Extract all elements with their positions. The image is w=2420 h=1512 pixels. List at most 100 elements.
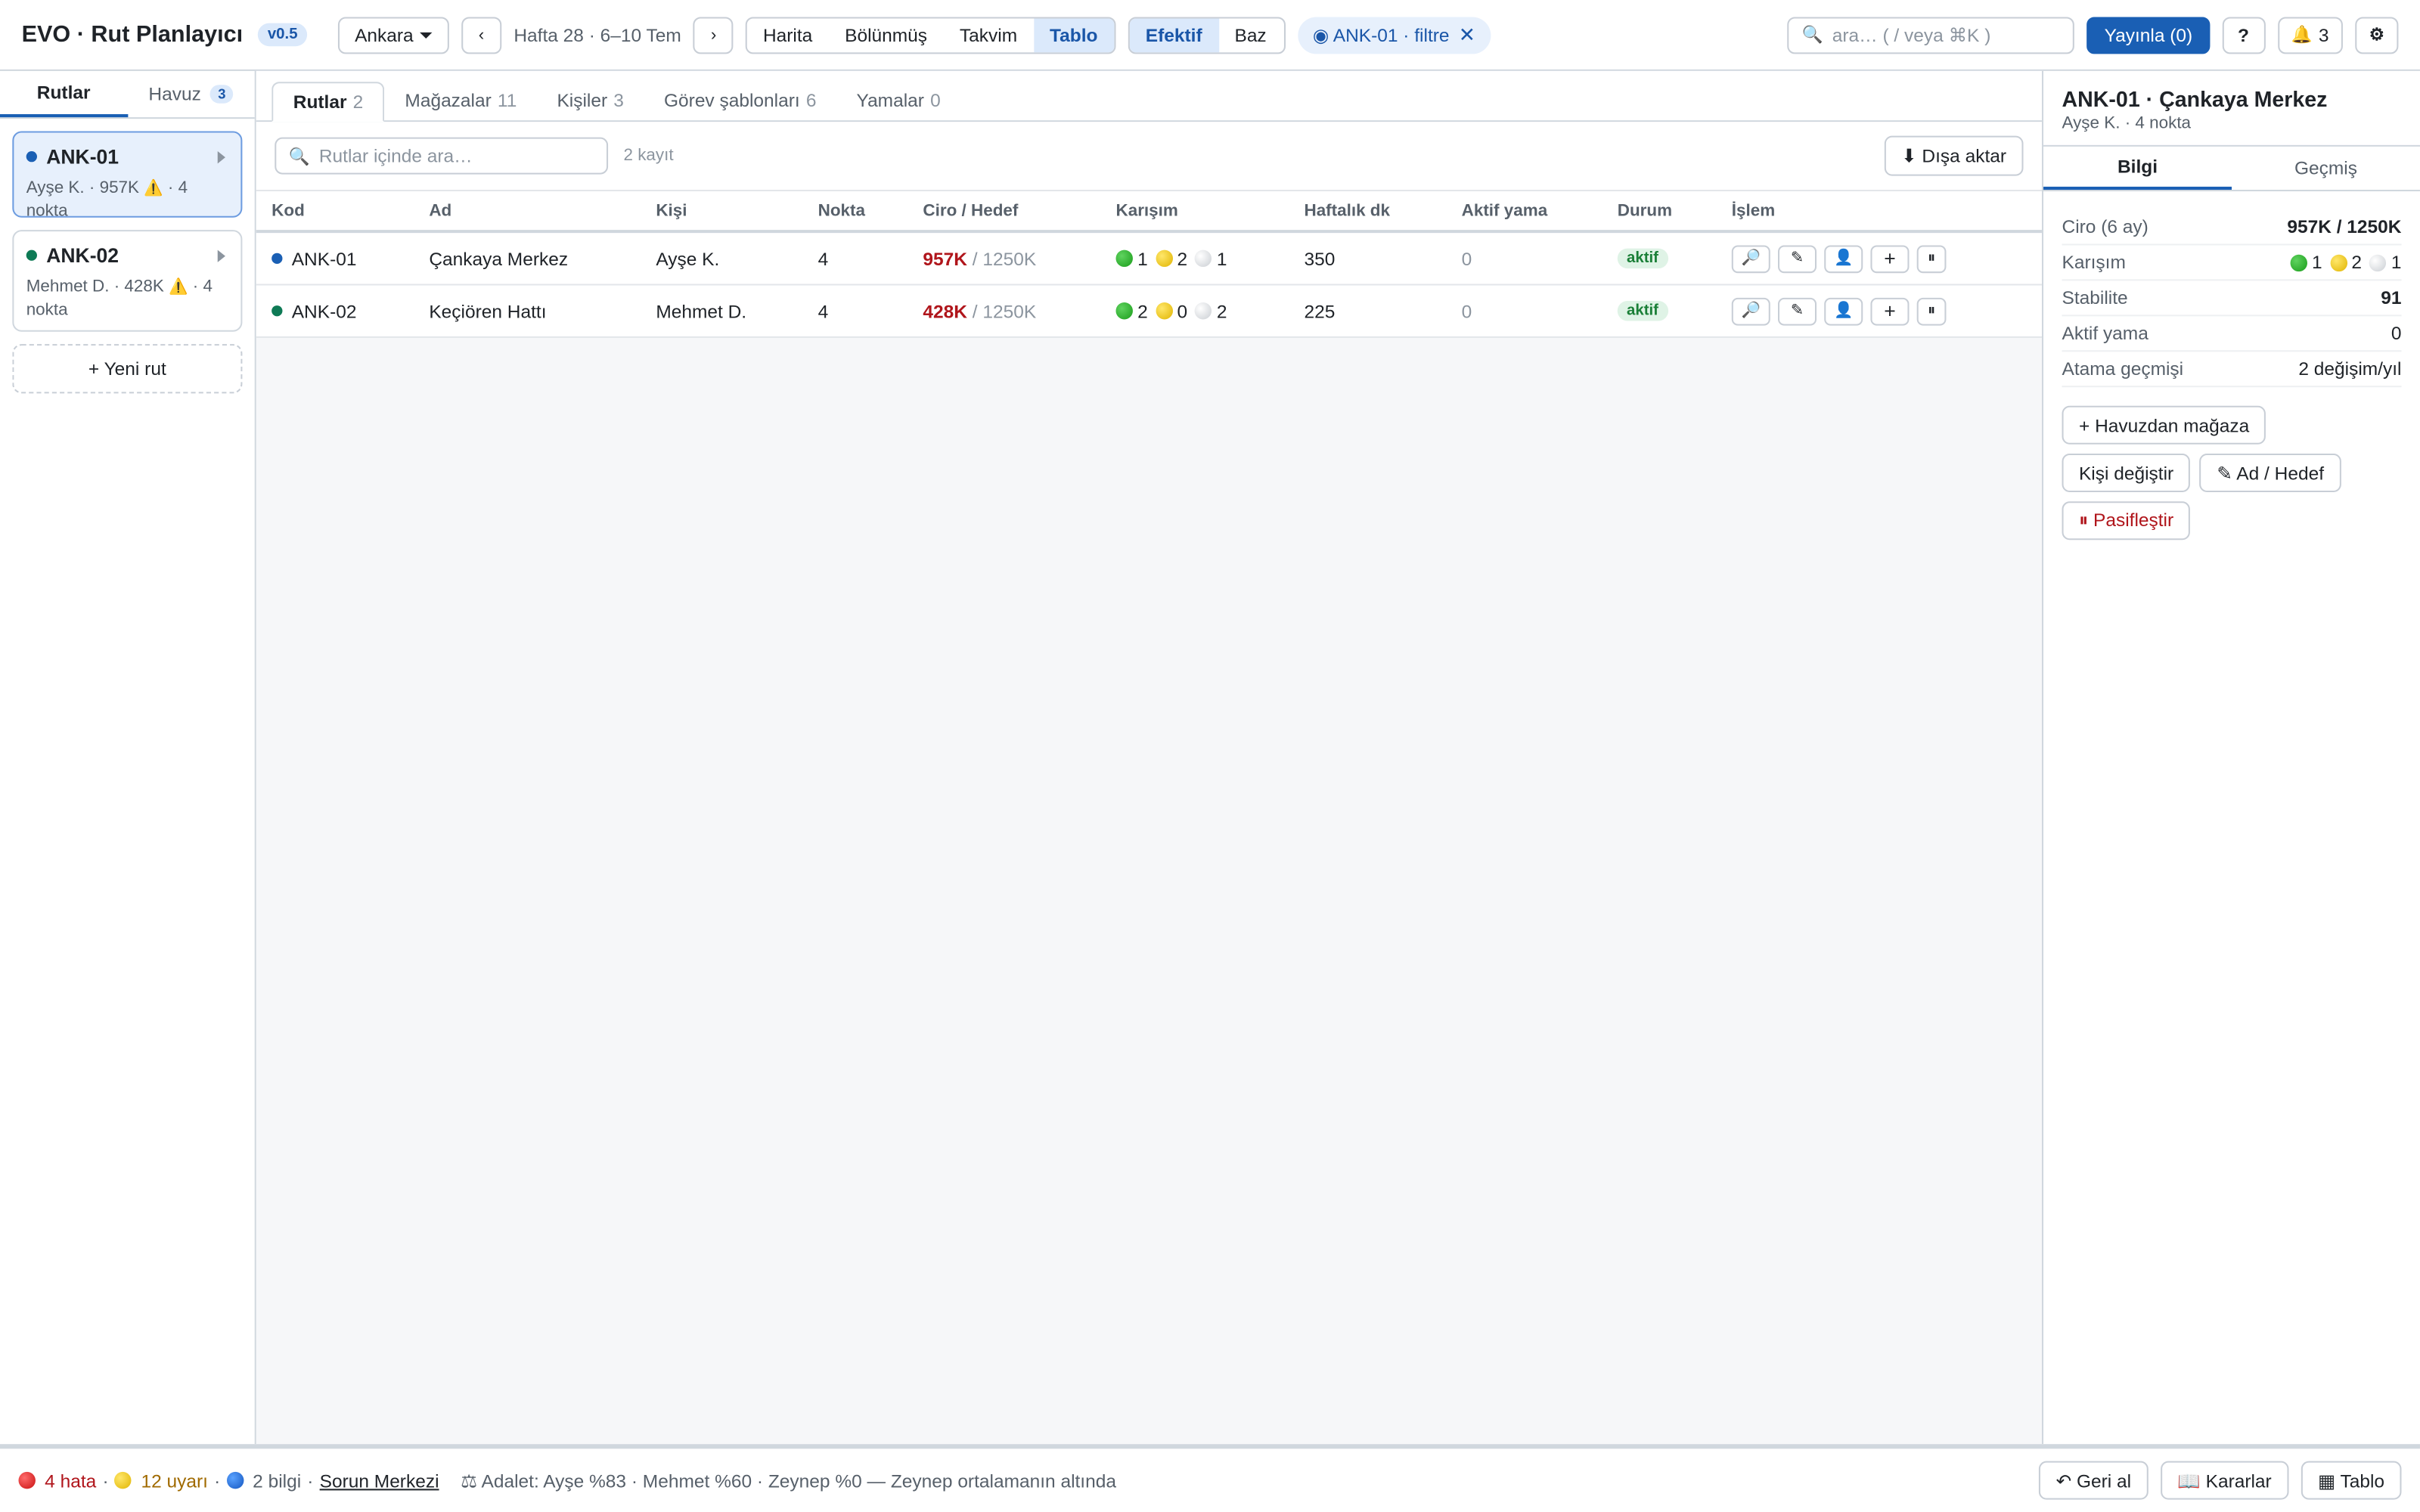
gear-icon: ⚙ bbox=[2369, 26, 2384, 45]
col-points[interactable]: Nokta bbox=[802, 201, 908, 219]
route-color-dot bbox=[271, 253, 283, 264]
field-label: Ciro (6 ay) bbox=[2062, 215, 2149, 238]
edit-name-target-button[interactable]: ✎ Ad / Hedef bbox=[2199, 453, 2341, 493]
new-route-button[interactable]: + Yeni rut bbox=[12, 344, 243, 394]
change-person-button[interactable]: Kişi değiştir bbox=[2062, 453, 2191, 493]
view-table[interactable]: Tablo bbox=[1034, 17, 1115, 52]
field-assignment-history: Atama geçmişi 2 değişim/yıl bbox=[2062, 352, 2402, 388]
tab-pool-label: Havuz bbox=[148, 83, 201, 105]
person-icon[interactable]: 👤 bbox=[1824, 296, 1863, 325]
tab-routes[interactable]: Rutlar bbox=[0, 71, 128, 118]
field-revenue: Ciro (6 ay) 957K / 1250K bbox=[2062, 210, 2402, 246]
route-color-dot bbox=[26, 150, 37, 163]
yellow-circle-icon bbox=[1155, 302, 1173, 320]
field-label: Aktif yama bbox=[2062, 322, 2149, 345]
plus-icon[interactable]: + bbox=[1870, 296, 1910, 325]
tab-count: 11 bbox=[497, 89, 517, 111]
error-count[interactable]: 4 hata bbox=[45, 1470, 96, 1492]
col-mix[interactable]: Karışım bbox=[1100, 201, 1289, 219]
tab-history[interactable]: Geçmiş bbox=[2232, 147, 2420, 190]
city-select[interactable]: Ankara bbox=[337, 16, 449, 54]
view-map[interactable]: Harita bbox=[748, 17, 830, 51]
mix-green: 1 bbox=[2311, 251, 2322, 274]
tab-main-people[interactable]: Kişiler 3 bbox=[537, 80, 644, 120]
col-weekly[interactable]: Haftalık dk bbox=[1289, 201, 1446, 219]
tab-main-stores[interactable]: Mağazalar 11 bbox=[385, 80, 537, 120]
info-count[interactable]: 2 bilgi bbox=[253, 1470, 301, 1492]
mix-yellow: 0 bbox=[1177, 299, 1188, 322]
search-icon: 🔍 bbox=[1801, 26, 1823, 45]
view-split[interactable]: Bölünmüş bbox=[830, 17, 945, 51]
deactivate-button[interactable]: ⏸ Pasifleştir bbox=[2062, 501, 2191, 541]
pause-icon[interactable]: ⏸ bbox=[1916, 296, 1947, 325]
col-patch[interactable]: Aktif yama bbox=[1446, 201, 1602, 219]
table-search-input[interactable]: 🔍 Rutlar içinde ara… bbox=[275, 137, 609, 175]
error-icon bbox=[18, 1471, 36, 1489]
col-status[interactable]: Durum bbox=[1602, 201, 1716, 219]
tab-main-templates[interactable]: Görev şablonları 6 bbox=[644, 80, 836, 120]
status-badge: aktif bbox=[1617, 300, 1668, 321]
route-summary: Mehmet D. · 428K bbox=[26, 277, 164, 296]
filter-chip[interactable]: ◉ ANK-01 · filtre ✕ bbox=[1297, 16, 1491, 54]
inspect-icon[interactable]: 🔎 bbox=[1731, 244, 1770, 273]
tab-info[interactable]: Bilgi bbox=[2043, 147, 2232, 191]
col-person[interactable]: Kişi bbox=[641, 201, 802, 219]
mode-effective[interactable]: Efektif bbox=[1130, 17, 1220, 52]
chevron-right-icon[interactable] bbox=[217, 249, 225, 262]
table-row[interactable]: ANK-02 Keçiören Hattı Mehmet D. 4 428K /… bbox=[256, 286, 2042, 338]
col-revenue[interactable]: Ciro / Hedef bbox=[908, 201, 1100, 219]
cell-patch: 0 bbox=[1461, 299, 1472, 322]
issue-center-link[interactable]: Sorun Merkezi bbox=[320, 1470, 439, 1492]
prev-week-button[interactable]: ‹ bbox=[461, 16, 502, 54]
plus-icon[interactable]: + bbox=[1870, 244, 1910, 273]
field-label: Karışım bbox=[2062, 251, 2126, 274]
route-card-ank-01[interactable]: ANK-01 Ayşe K. · 957K ⚠️ · 4 nokta bbox=[12, 131, 243, 221]
mode-switcher: Efektif Baz bbox=[1128, 16, 1286, 54]
cell-person: Ayşe K. bbox=[656, 247, 720, 270]
cell-revenue: 428K bbox=[923, 299, 967, 322]
tab-pool[interactable]: Havuz 3 bbox=[127, 71, 254, 117]
next-week-button[interactable]: › bbox=[693, 16, 734, 54]
cell-revenue: 957K bbox=[923, 247, 967, 270]
decisions-button[interactable]: 📖 Kararlar bbox=[2160, 1461, 2289, 1500]
view-calendar[interactable]: Takvim bbox=[945, 17, 1035, 51]
table-view-button[interactable]: ▦ Tablo bbox=[2301, 1461, 2402, 1500]
route-card-ank-02[interactable]: ANK-02 Mehmet D. · 428K ⚠️ · 4 nokta bbox=[12, 230, 243, 332]
chevron-right-icon[interactable] bbox=[217, 150, 225, 164]
inspect-icon[interactable]: 🔎 bbox=[1731, 296, 1770, 325]
tab-count: 6 bbox=[805, 89, 817, 111]
export-button[interactable]: ⬇ Dışa aktar bbox=[1884, 135, 2024, 176]
field-value: 1 2 1 bbox=[2290, 251, 2402, 274]
pool-count-badge: 3 bbox=[210, 85, 234, 104]
left-tabs: Rutlar Havuz 3 bbox=[0, 71, 255, 119]
view-switcher: Harita Bölünmüş Takvim Tablo bbox=[746, 16, 1116, 54]
add-from-pool-button[interactable]: + Havuzdan mağaza bbox=[2062, 405, 2266, 445]
notifications-button[interactable]: 🔔 3 bbox=[2277, 16, 2343, 54]
cell-mix: 2 0 2 bbox=[1100, 300, 1289, 322]
table-toolbar: 🔍 Rutlar içinde ara… 2 kayıt ⬇ Dışa aktar bbox=[256, 122, 2042, 191]
mode-base[interactable]: Baz bbox=[1219, 17, 1283, 51]
yellow-circle-icon bbox=[2329, 253, 2347, 271]
tab-main-routes[interactable]: Rutlar 2 bbox=[271, 82, 385, 122]
week-label: Hafta 28 · 6–10 Tem bbox=[513, 23, 681, 46]
close-icon[interactable]: ✕ bbox=[1459, 23, 1475, 48]
publish-button[interactable]: Yayınla (0) bbox=[2087, 16, 2210, 54]
edit-icon[interactable]: ✎ bbox=[1778, 244, 1817, 273]
mix-white: 1 bbox=[2391, 251, 2402, 274]
col-code[interactable]: Kod bbox=[256, 201, 414, 219]
undo-button[interactable]: ↶ Geri al bbox=[2039, 1461, 2149, 1500]
pause-icon[interactable]: ⏸ bbox=[1916, 244, 1947, 273]
warning-count[interactable]: 12 uyarı bbox=[141, 1470, 207, 1492]
col-name[interactable]: Ad bbox=[414, 201, 641, 219]
route-summary: Ayşe K. · 957K bbox=[26, 178, 140, 198]
warning-icon: ⚠️ bbox=[169, 279, 188, 296]
global-search-input[interactable]: 🔍 ara… ( / veya ⌘K ) bbox=[1788, 16, 2075, 54]
person-icon[interactable]: 👤 bbox=[1824, 244, 1863, 273]
edit-icon[interactable]: ✎ bbox=[1778, 296, 1817, 325]
settings-button[interactable]: ⚙ bbox=[2355, 16, 2399, 54]
tab-main-patches[interactable]: Yamalar 0 bbox=[836, 80, 960, 120]
green-circle-icon bbox=[1115, 302, 1133, 320]
help-button[interactable]: ? bbox=[2221, 16, 2266, 54]
table-row[interactable]: ANK-01 Çankaya Merkez Ayşe K. 4 957K / 1… bbox=[256, 233, 2042, 286]
detail-tabs: Bilgi Geçmiş bbox=[2043, 144, 2420, 192]
